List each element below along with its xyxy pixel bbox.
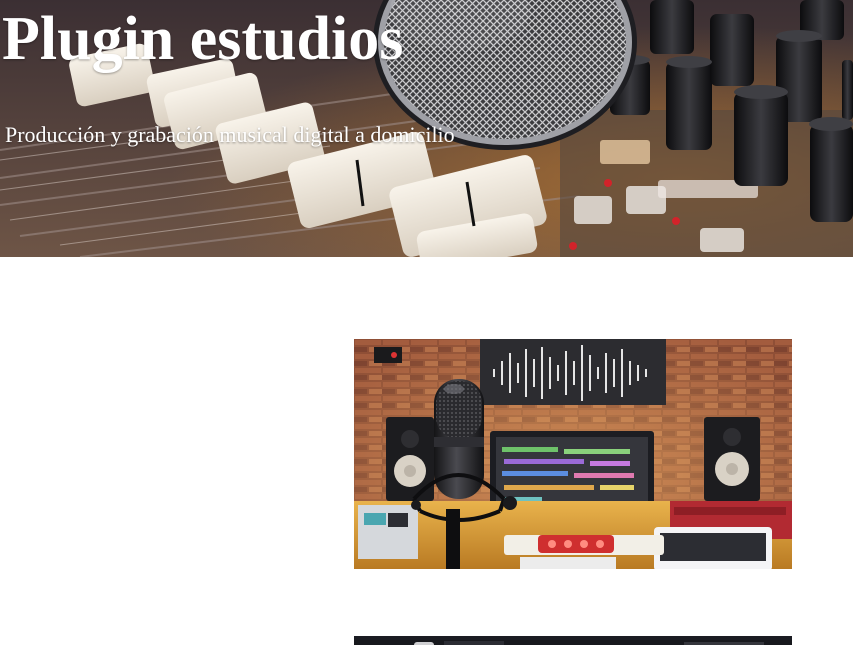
site-tagline: Producción y grabación musical digital a… <box>5 122 455 147</box>
site-header: Plugin estudios Producción y grabación m… <box>0 0 853 257</box>
site-title[interactable]: Plugin estudios <box>2 0 403 84</box>
dark-studio-image <box>354 640 792 645</box>
second-photo <box>354 636 792 645</box>
studio-microphone-image <box>354 339 792 569</box>
studio-photo <box>354 339 792 569</box>
